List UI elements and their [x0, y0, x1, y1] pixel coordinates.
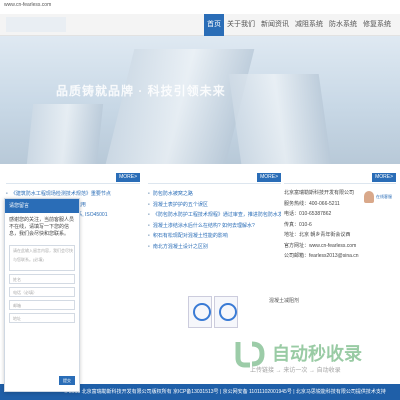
watermark-brand: 自动秒收录 [272, 344, 362, 365]
address: 地址：北京 朝乡青年街会议西 [284, 232, 351, 238]
chat-intro-message: 感谢您的关注，当前客服人员不在线，请填写一下您的信息，我们会尽快和您联系。 [9, 217, 75, 237]
hero-banner: 品质铸就品牌 · 科技引领未来 [0, 36, 400, 164]
certificate-image[interactable] [188, 296, 212, 328]
nav-item-repair[interactable]: 修复系统 [360, 14, 394, 36]
news-list: 防包防水被窝之路 混凝土表护护的五个误区 《防包防水防护工程技术规程》通过审查，… [148, 184, 281, 251]
certificate-image[interactable] [214, 296, 238, 328]
nav-item-home[interactable]: 首页 [204, 14, 224, 36]
email-field[interactable]: 邮箱 [9, 300, 75, 310]
news-link[interactable]: 积石有松现配对混凝土性能的影响 [148, 230, 281, 241]
hero-building [228, 74, 332, 164]
name-field[interactable]: 姓名 [9, 274, 75, 284]
more-button[interactable]: MORE> [257, 173, 281, 182]
more-button[interactable]: MORE> [116, 173, 140, 182]
send-button[interactable]: 提交 [59, 376, 75, 385]
nav-item-waterproof[interactable]: 防水系统 [326, 14, 360, 36]
nav-menu: 首页 关于我们 新闻资讯 减阻系统 防水系统 修复系统 [204, 14, 394, 36]
online-service-button[interactable]: 在线客服 [364, 190, 394, 203]
nav-item-about[interactable]: 关于我们 [224, 14, 258, 36]
email[interactable]: 公司邮箱：fearless2013@sina.cn [284, 251, 396, 262]
certificate-label: 混凝土减阻剂 [269, 298, 300, 304]
hero-building [26, 104, 104, 164]
online-service-label: 在线客服 [376, 193, 392, 199]
address-field[interactable]: 地址 [9, 313, 75, 323]
section-header: MORE> [6, 172, 140, 184]
phone: 电话：010-65387862 [284, 211, 332, 217]
browser-url: www.cn-fearless.com [4, 2, 52, 8]
news-section-middle: MORE> 防包防水被窝之路 混凝土表护护的五个误区 《防包防水防护工程技术规程… [148, 172, 281, 270]
hero-title: 品质铸就品牌 · 科技引领未来 [56, 84, 226, 98]
site-logo[interactable] [6, 17, 66, 32]
news-link[interactable]: 防包防水被窝之路 [148, 188, 281, 199]
news-link[interactable]: 南北方混凝土设计之区别 [148, 241, 281, 252]
phone-field[interactable]: 电话（必填） [9, 287, 75, 297]
website[interactable]: 官方网址：www.cn-fearless.com [284, 241, 396, 252]
news-link[interactable]: 混凝土渗结涂水后什么在结构? 如何去理解水? [148, 220, 281, 231]
hero-building [105, 49, 255, 164]
section-header: MORE> [284, 172, 396, 184]
chat-header: 请您留言 [5, 199, 79, 213]
news-link[interactable]: 《建筑防水工程现场检测技术规范》重要节点 [6, 188, 140, 199]
nav-item-drag-reduction[interactable]: 减阻系统 [292, 14, 326, 36]
chat-message-widget: 请您留言 感谢您的关注，当前客服人员不在线，请填写一下您的信息，我们会尽快和您联… [4, 198, 80, 392]
watermark-slogan: 上传链接 → 来访一次 → 自动收录 [250, 368, 341, 374]
contact-section: MORE> 在线客服 北京富瑞勒斯科技开发有限公司 服务热线：400-066-5… [284, 172, 396, 270]
message-content-field[interactable]: 请在此输入留言内容，我们会尽快与您联系。(必填) [9, 245, 75, 271]
watermark: 自动秒收录 上传链接 → 来访一次 → 自动收录 [232, 338, 392, 374]
service-avatar [364, 190, 374, 203]
fax: 传真：010-6 [284, 221, 312, 228]
more-button[interactable]: MORE> [372, 173, 396, 182]
nav-item-news[interactable]: 新闻资讯 [258, 14, 292, 36]
news-link[interactable]: 混凝土表护护的五个误区 [148, 199, 281, 210]
top-nav: 首页 关于我们 新闻资讯 减阻系统 防水系统 修复系统 [0, 14, 400, 36]
watermark-logo-icon [235, 341, 265, 368]
section-header: MORE> [148, 172, 281, 184]
news-link[interactable]: 《防包防水防护工程技术规程》通过审查，推进防包防水发展 [148, 209, 281, 220]
